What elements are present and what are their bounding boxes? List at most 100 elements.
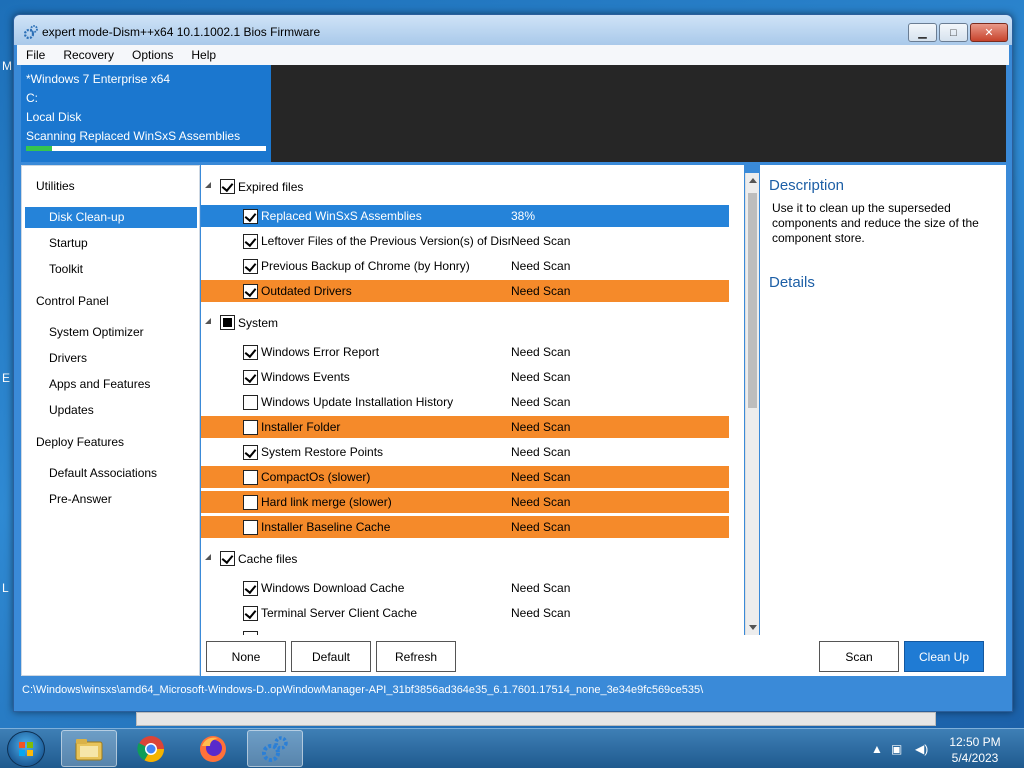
sidebar-group-utilities[interactable]: Utilities: [36, 179, 75, 193]
scan-progress-fill: [26, 146, 53, 151]
list-item[interactable]: Windows Error Report Need Scan: [201, 341, 729, 363]
task-status: Scanning Replaced WinSxS Assemblies: [26, 129, 241, 143]
group-label: Cache files: [238, 552, 298, 566]
scan-progress-bar: [26, 146, 266, 151]
menu-bar: File Recovery Options Help: [17, 45, 1009, 65]
chrome-icon: [137, 735, 165, 762]
refresh-button[interactable]: Refresh: [376, 641, 456, 672]
list-item[interactable]: Installer Baseline Cache Need Scan: [201, 516, 729, 538]
item-checkbox[interactable]: [243, 234, 258, 249]
network-icon[interactable]: ▣: [891, 742, 902, 756]
title-bar[interactable]: expert mode-Dism++x64 10.1.1002.1 Bios F…: [14, 15, 1012, 45]
item-label: CompactOs (slower): [261, 470, 371, 484]
item-status: Need Scan: [511, 284, 571, 298]
taskbar-firefox[interactable]: [185, 730, 241, 767]
list-item[interactable]: Outdated Drivers Need Scan: [201, 280, 729, 302]
menu-recovery[interactable]: Recovery: [54, 45, 123, 65]
collapse-arrow-icon[interactable]: [205, 318, 211, 324]
menu-file[interactable]: File: [17, 45, 54, 65]
sidebar-item-pre-answer[interactable]: Pre-Answer: [49, 492, 112, 506]
taskbar-chrome[interactable]: [123, 730, 179, 767]
start-button[interactable]: [7, 731, 45, 767]
group-checkbox[interactable]: [220, 179, 235, 194]
group-row-system[interactable]: System: [201, 310, 729, 335]
item-status: Need Scan: [511, 259, 571, 273]
desktop-icon-label: E: [2, 371, 11, 385]
clean-up-button[interactable]: Clean Up: [904, 641, 984, 672]
list-item[interactable]: Hard link merge (slower) Need Scan: [201, 491, 729, 513]
show-hidden-icons-icon[interactable]: ▲: [871, 742, 883, 756]
list-scrollbar[interactable]: [745, 173, 759, 635]
collapse-arrow-icon[interactable]: [205, 554, 211, 560]
sidebar-item-default-associations[interactable]: Default Associations: [49, 466, 157, 480]
list-item[interactable]: Windows Events Need Scan: [201, 366, 729, 388]
item-status: Need Scan: [511, 470, 571, 484]
item-label: Installer Baseline Cache: [261, 520, 391, 534]
sidebar-item-toolkit[interactable]: Toolkit: [49, 262, 83, 276]
list-item[interactable]: Previous Backup of Chrome (by Honry) Nee…: [201, 255, 729, 277]
sidebar-group-deploy-features[interactable]: Deploy Features: [36, 435, 124, 449]
item-checkbox[interactable]: [243, 445, 258, 460]
default-button[interactable]: Default: [291, 641, 371, 672]
group-row-expired-files[interactable]: Expired files: [201, 174, 729, 199]
sidebar-item-updates[interactable]: Updates: [49, 403, 94, 417]
list-item[interactable]: CompactOs (slower) Need Scan: [201, 466, 729, 488]
item-checkbox[interactable]: [243, 395, 258, 410]
collapse-arrow-icon[interactable]: [205, 182, 211, 188]
taskbar-explorer[interactable]: [61, 730, 117, 767]
volume-icon[interactable]: ◀): [915, 742, 928, 756]
horizontal-scrollbar[interactable]: [136, 712, 936, 726]
desktop-icon-label: L: [2, 581, 9, 595]
scroll-up-arrow-icon[interactable]: [749, 178, 757, 183]
clock[interactable]: 12:50 PM 5/4/2023: [945, 734, 1005, 766]
maximize-button[interactable]: □: [939, 23, 968, 42]
dism-icon: [262, 735, 288, 762]
item-label: Previous Backup of Chrome (by Honry): [261, 259, 470, 273]
list-item[interactable]: Windows Update Installation History Need…: [201, 391, 729, 413]
sidebar-item-disk-clean-up[interactable]: Disk Clean-up: [25, 207, 197, 228]
scroll-down-arrow-icon[interactable]: [749, 625, 757, 630]
group-checkbox[interactable]: [220, 315, 235, 330]
item-checkbox[interactable]: [243, 470, 258, 485]
list-item[interactable]: Installer Folder Need Scan: [201, 416, 729, 438]
sidebar-group-control-panel[interactable]: Control Panel: [36, 294, 109, 308]
scroll-thumb[interactable]: [748, 193, 757, 408]
item-checkbox[interactable]: [243, 209, 258, 224]
item-checkbox[interactable]: [243, 606, 258, 621]
button-strip: None Default Refresh: [201, 635, 760, 676]
item-checkbox[interactable]: [243, 259, 258, 274]
list-item[interactable]: Leftover Files of the Previous Version(s…: [201, 230, 729, 252]
description-title: Description: [769, 177, 845, 194]
item-checkbox[interactable]: [243, 420, 258, 435]
list-item[interactable]: [201, 627, 729, 635]
group-checkbox[interactable]: [220, 551, 235, 566]
taskbar-dism[interactable]: [247, 730, 303, 767]
item-checkbox[interactable]: [243, 495, 258, 510]
system-tray: ▲ ▣ ◀) 12:50 PM 5/4/2023: [865, 729, 1024, 768]
close-button[interactable]: ✕: [970, 23, 1008, 42]
item-checkbox[interactable]: [243, 581, 258, 596]
clock-time: 12:50 PM: [949, 735, 1001, 749]
menu-options[interactable]: Options: [123, 45, 182, 65]
item-status: Need Scan: [511, 581, 571, 595]
menu-help[interactable]: Help: [182, 45, 225, 65]
item-checkbox[interactable]: [243, 520, 258, 535]
sidebar-item-apps-and-features[interactable]: Apps and Features: [49, 377, 150, 391]
item-checkbox[interactable]: [243, 370, 258, 385]
sidebar-item-drivers[interactable]: Drivers: [49, 351, 87, 365]
file-explorer-icon: [75, 738, 103, 760]
list-item[interactable]: Windows Download Cache Need Scan: [201, 577, 729, 599]
list-item[interactable]: System Restore Points Need Scan: [201, 441, 729, 463]
none-button[interactable]: None: [206, 641, 286, 672]
list-item[interactable]: Terminal Server Client Cache Need Scan: [201, 602, 729, 624]
group-row-cache-files[interactable]: Cache files: [201, 546, 729, 571]
minimize-button[interactable]: ▁: [908, 23, 937, 42]
sidebar-item-system-optimizer[interactable]: System Optimizer: [49, 325, 144, 339]
item-label: Installer Folder: [261, 420, 341, 434]
item-checkbox[interactable]: [243, 284, 258, 299]
scan-button[interactable]: Scan: [819, 641, 899, 672]
sidebar-item-startup[interactable]: Startup: [49, 236, 88, 250]
item-checkbox[interactable]: [243, 345, 258, 360]
image-info-panel[interactable]: *Windows 7 Enterprise x64 C: Local Disk …: [21, 65, 271, 162]
list-item[interactable]: Replaced WinSxS Assemblies 38%: [201, 205, 729, 227]
